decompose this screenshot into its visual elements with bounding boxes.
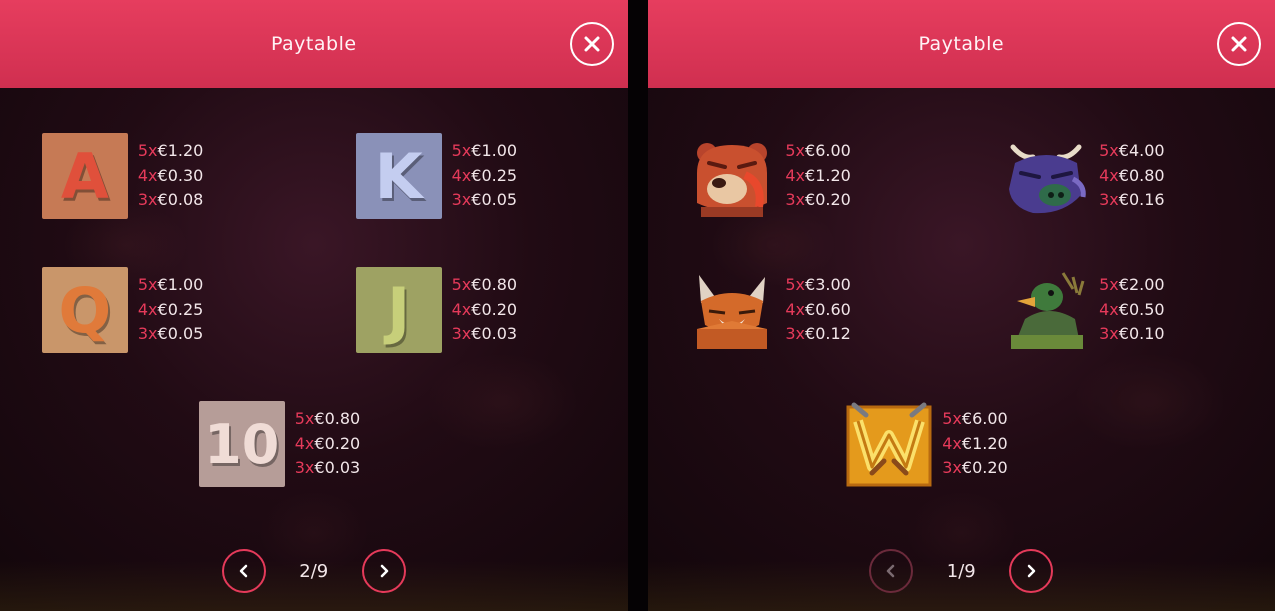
symbol-grid: 5x€6.00 4x€1.20 3x€0.20 5x€4.00 4x€0.80 … <box>648 130 1275 500</box>
paytable-entry-duck: 5x€2.00 4x€0.50 3x€0.10 <box>1003 267 1233 353</box>
number-10-symbol: 10 <box>198 401 285 487</box>
symbol-glyph: J <box>387 273 411 347</box>
chevron-right-icon <box>380 564 388 578</box>
payout-line: 4x€0.60 <box>785 299 851 319</box>
symbol-glyph: Q <box>58 273 112 347</box>
payout-list: 5x€4.00 4x€0.80 3x€0.16 <box>1099 142 1164 209</box>
payout-list: 5x€2.00 4x€0.50 3x€0.10 <box>1099 276 1164 343</box>
payout-line: 4x€0.50 <box>1099 299 1165 319</box>
payout-list: 5x€6.00 4x€1.20 3x€0.20 <box>785 142 850 209</box>
paytable-header: Paytable <box>647 0 1275 88</box>
payout-list: 5x€1.00 4x€0.25 3x€0.05 <box>138 276 203 343</box>
fox-icon <box>689 267 775 353</box>
paytable-title: Paytable <box>270 33 357 55</box>
paytable-panel-right: Paytable 5x€6.00 4x€1.20 3x€0.20 5x€4.00… <box>647 0 1275 611</box>
page-indicator: 2/9 <box>299 560 329 582</box>
wild-icon <box>846 401 932 487</box>
payout-line: 5x€4.00 <box>1099 141 1165 161</box>
payout-list: 5x€0.80 4x€0.20 3x€0.03 <box>295 410 360 477</box>
payout-line: 4x€1.20 <box>942 433 1008 453</box>
symbol-grid: A 5x€1.20 4x€0.30 3x€0.08 K 5x€1.00 4x€0… <box>0 130 628 500</box>
paytable-entry-bear: 5x€6.00 4x€1.20 3x€0.20 <box>689 133 919 219</box>
payout-line: 5x€3.00 <box>785 275 851 295</box>
payout-list: 5x€1.00 4x€0.25 3x€0.05 <box>452 142 517 209</box>
payout-line: 3x€0.16 <box>1099 190 1165 210</box>
payout-line: 4x€0.20 <box>294 433 361 453</box>
duck-icon <box>1003 267 1089 353</box>
payout-line: 3x€0.20 <box>942 458 1008 478</box>
letter-a-symbol: A <box>41 133 128 219</box>
payout-line: 5x€0.80 <box>294 409 361 429</box>
payout-line: 3x€0.12 <box>785 324 851 344</box>
symbol-glyph: A <box>60 139 109 213</box>
close-icon <box>1231 36 1247 52</box>
symbol-glyph: K <box>374 139 423 213</box>
chevron-left-icon <box>239 564 247 578</box>
payout-line: 3x€0.10 <box>1099 324 1165 344</box>
paytable-entry-k: K 5x€1.00 4x€0.25 3x€0.05 <box>355 133 586 219</box>
payout-line: 5x€6.00 <box>942 409 1008 429</box>
payout-line: 3x€0.03 <box>451 324 518 344</box>
payout-list: 5x€1.20 4x€0.30 3x€0.08 <box>138 142 203 209</box>
next-page-button[interactable] <box>361 549 406 593</box>
prev-page-button[interactable] <box>221 549 266 593</box>
payout-line: 3x€0.05 <box>137 324 204 344</box>
payout-line: 4x€0.20 <box>451 299 518 319</box>
paytable-entry-j: J 5x€0.80 4x€0.20 3x€0.03 <box>355 267 586 353</box>
letter-k-symbol: K <box>355 133 442 219</box>
paytable-entry-bull: 5x€4.00 4x€0.80 3x€0.16 <box>1003 133 1233 219</box>
payout-line: 5x€0.80 <box>451 275 518 295</box>
chevron-left-icon <box>887 564 895 578</box>
payout-line: 5x€1.00 <box>137 275 204 295</box>
paytable-screens: Paytable A 5x€1.20 4x€0.30 3x€0.08 K 5x€… <box>0 0 1275 611</box>
bull-icon <box>1003 133 1089 219</box>
letter-q-symbol: Q <box>41 267 128 353</box>
payout-line: 3x€0.05 <box>451 190 518 210</box>
paytable-entry-q: Q 5x€1.00 4x€0.25 3x€0.05 <box>41 267 272 353</box>
payout-line: 3x€0.20 <box>785 190 851 210</box>
close-button[interactable] <box>569 22 614 66</box>
letter-j-symbol: J <box>355 267 442 353</box>
page-indicator: 1/9 <box>946 560 976 582</box>
payout-line: 4x€1.20 <box>785 165 851 185</box>
symbol-glyph: 10 <box>204 412 280 476</box>
pagination: 1/9 <box>648 549 1275 593</box>
payout-list: 5x€6.00 4x€1.20 3x€0.20 <box>942 410 1007 477</box>
paytable-header: Paytable <box>0 0 628 88</box>
payout-line: 4x€0.25 <box>451 165 518 185</box>
payout-line: 3x€0.03 <box>294 458 361 478</box>
payout-line: 4x€0.25 <box>137 299 204 319</box>
paytable-entry-a: A 5x€1.20 4x€0.30 3x€0.08 <box>41 133 272 219</box>
payout-line: 5x€1.00 <box>451 141 518 161</box>
payout-line: 4x€0.80 <box>1099 165 1165 185</box>
payout-line: 3x€0.08 <box>137 190 204 210</box>
payout-list: 5x€0.80 4x€0.20 3x€0.03 <box>452 276 517 343</box>
payout-line: 4x€0.30 <box>137 165 204 185</box>
paytable-panel-left: Paytable A 5x€1.20 4x€0.30 3x€0.08 K 5x€… <box>0 0 628 611</box>
chevron-right-icon <box>1028 564 1036 578</box>
paytable-entry-fox: 5x€3.00 4x€0.60 3x€0.12 <box>689 267 919 353</box>
paytable-title: Paytable <box>918 33 1005 55</box>
paytable-entry-10: 10 5x€0.80 4x€0.20 3x€0.03 <box>198 401 429 487</box>
payout-line: 5x€2.00 <box>1099 275 1165 295</box>
paytable-entry-wild: 5x€6.00 4x€1.20 3x€0.20 <box>846 401 1076 487</box>
close-button[interactable] <box>1217 22 1261 66</box>
payout-line: 5x€6.00 <box>785 141 851 161</box>
pagination: 2/9 <box>0 549 628 593</box>
close-icon <box>584 36 599 52</box>
next-page-button[interactable] <box>1009 549 1054 593</box>
bear-icon <box>689 133 775 219</box>
payout-list: 5x€3.00 4x€0.60 3x€0.12 <box>785 276 850 343</box>
prev-page-button[interactable] <box>869 549 914 593</box>
payout-line: 5x€1.20 <box>137 141 204 161</box>
